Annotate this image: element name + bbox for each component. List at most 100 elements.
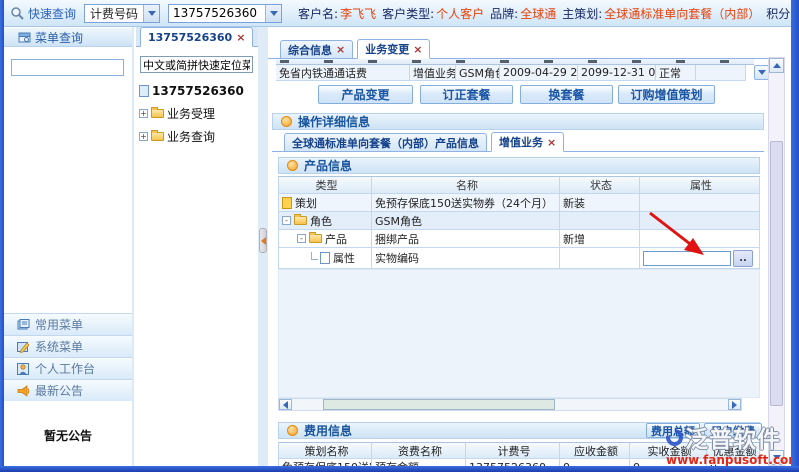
business-row[interactable]: 免省内铁通通话费 增值业务 GSM角色 2009-04-29 2 2099-12… [276,65,746,81]
expand-plus-icon[interactable]: + [139,132,148,141]
tab-close-icon[interactable]: × [547,136,556,149]
sidebar-item-label: 系统菜单 [35,338,83,355]
business-cell-type: 增值业务 [410,65,456,81]
menu-query-header: 菜单查询 [4,28,132,47]
section-ball-icon [281,116,292,127]
tab-value-added-business[interactable]: 增值业务 × [491,132,564,152]
tree-node-business-query[interactable]: + 业务查询 [139,128,215,145]
status-cell [560,248,640,269]
column-header-plan-name: 策划名称 [278,442,372,459]
tree-root-customer[interactable]: 13757526360 [139,82,244,99]
expand-minus-icon[interactable]: - [297,234,306,243]
vertical-scrollbar[interactable] [768,57,785,466]
sidebar-item-personal-workbench[interactable]: 个人工作台 [4,357,132,379]
sidebar-item-system-menu[interactable]: 系统菜单 [4,335,132,357]
section-ball-icon [287,160,298,171]
table-row-role[interactable]: - 角色 GSM角色 [278,212,760,230]
business-cell-end-date: 2099-12-31 0 [578,65,656,81]
tree-node-label: 业务受理 [167,105,215,122]
expand-plus-icon[interactable]: + [139,109,148,118]
column-header-receivable: 应收金额 [560,442,630,459]
sidebar-item-common-menu[interactable]: 常用菜单 [4,313,132,335]
business-cell-role: GSM角色 [456,65,500,81]
detail-tabstrip: 全球通标准单向套餐（内部）产品信息 增值业务 × [272,132,764,152]
tab-business-change[interactable]: 业务变更 × [357,39,430,59]
scroll-down-button[interactable] [769,450,784,465]
folder-icon [294,216,307,225]
announcement-area: 暂无公告 [4,403,132,466]
product-table-header: 类型 名称 状态 属性 [278,176,760,194]
announcement-horn-icon [16,384,30,398]
menu-locator-input[interactable] [140,56,253,73]
correct-package-button[interactable]: 订正套餐 [420,85,513,104]
horizontal-scroll-thumb[interactable] [323,399,555,410]
folder-icon [151,109,164,118]
splitter-collapse-handle[interactable] [259,228,267,253]
quick-search-button[interactable]: 快速查询 [10,5,76,22]
name-cell: GSM角色 [372,212,560,230]
search-field-dropdown-icon[interactable] [143,5,159,22]
brand-label: 品牌: [490,5,518,22]
menu-search-input[interactable] [11,59,124,76]
expand-minus-icon[interactable]: - [282,216,291,225]
table-row-plan[interactable]: 策划 免预存保底150送实物券（24个月） 新装 [278,194,760,212]
status-cell: 新增 [560,230,640,248]
panel-splitter[interactable] [258,27,268,466]
scroll-right-button[interactable] [728,399,741,410]
page-icon [139,85,149,97]
search-icon [10,6,25,21]
billing-number-dropdown-icon[interactable] [265,5,281,22]
tree-node-business-acceptance[interactable]: + 业务受理 [139,105,215,122]
business-cell-status: 正常 [656,65,696,81]
sidebar-item-latest-announcements[interactable]: 最新公告 [4,379,132,401]
column-header-type: 类型 [278,176,372,194]
sidebar-item-label: 常用菜单 [35,316,83,333]
scroll-up-button[interactable] [769,58,784,73]
main-plan-value: 全球通标准单向套餐（内部） [604,5,760,22]
order-value-added-plan-button[interactable]: 订购增值策划 [618,85,715,104]
section-title: 操作详细信息 [298,113,370,130]
tab-package-product-info[interactable]: 全球通标准单向套餐（内部）产品信息 [284,133,487,151]
tab-close-icon[interactable]: × [413,43,422,56]
tab-close-icon[interactable]: × [336,43,345,56]
name-cell: 免预存保底150送实物券（24个月） [372,194,560,212]
physical-code-input[interactable] [643,251,731,266]
tab-close-icon[interactable]: × [236,31,245,44]
column-header-attribute: 属性 [640,176,760,194]
table-row-product[interactable]: - 产品 捆绑产品 新增 [278,230,760,248]
search-field-select[interactable]: 计费号码 [84,4,160,23]
user-payment-button[interactable]: 用户缴费 [704,423,762,438]
tree-tabstrip: 13757526360 × [136,27,258,47]
switch-package-button[interactable]: 换套餐 [520,85,613,104]
tab-customer-number[interactable]: 13757526360 × [140,27,253,47]
window-border-left [0,0,4,472]
collapse-left-icon [261,237,266,245]
brand-value: 全球通 [520,5,556,22]
customer-name-label: 客户名: [298,5,338,22]
product-change-button[interactable]: 产品变更 [318,85,413,104]
tab-label: 增值业务 [499,134,543,150]
table-row-attribute[interactable]: 属性 实物编码 .. [278,248,760,269]
fee-total-button[interactable]: 费用总额 [646,423,700,438]
section-ball-icon [287,425,298,436]
attribute-cell [640,194,760,212]
tab-label: 业务变更 [365,41,409,57]
billing-number-combo [168,4,282,23]
column-header-tariff-name: 资费名称 [372,442,466,459]
tab-comprehensive-info[interactable]: 综合信息 × [280,40,353,58]
browse-button[interactable]: .. [733,250,753,267]
left-sidebar: 菜单查询 常用菜单 系统菜单 个人工作台 [4,27,134,466]
vertical-scroll-thumb[interactable] [770,141,783,406]
column-header-status: 状态 [560,176,640,194]
scroll-left-button[interactable] [279,399,292,410]
column-header-discount: 优惠金额 [707,442,760,459]
name-cell: 实物编码 [372,248,560,269]
attribute-cell [640,212,760,230]
customer-tree-panel: 13757526360 × 13757526360 + 业务受理 + 业务查询 [136,27,258,466]
horizontal-scrollbar[interactable] [278,398,742,411]
business-cell-fee-name: 免省内铁通通话费 [276,65,410,81]
billing-number-input[interactable] [169,6,265,21]
plan-icon [282,197,292,209]
folder-icon [309,234,322,243]
tab-label: 综合信息 [288,42,332,58]
